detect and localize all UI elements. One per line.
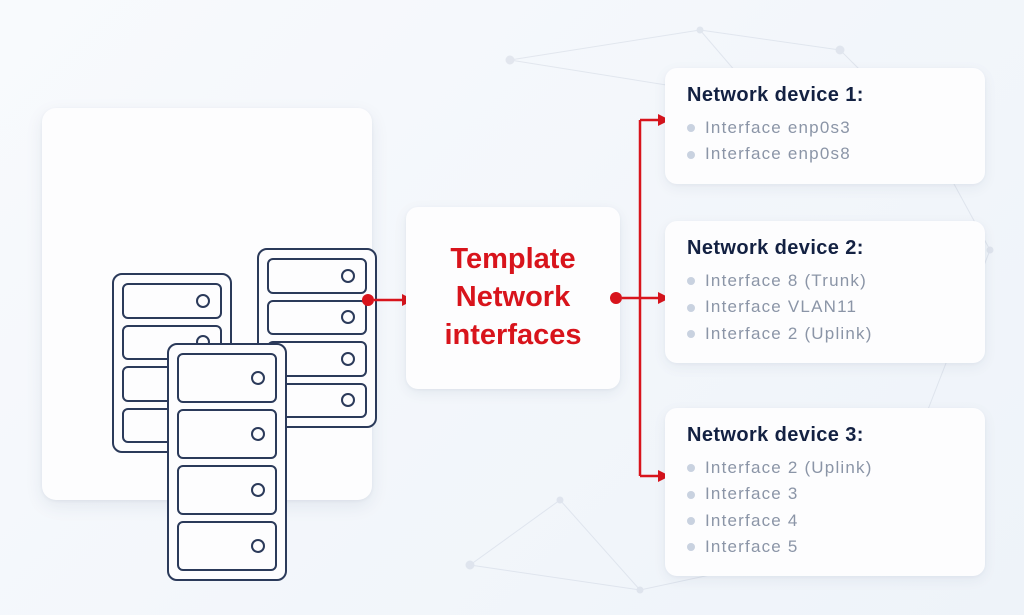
network-device-card-1: Network device 1: Interface enp0s3 Inter…	[665, 68, 985, 184]
interface-item: Interface 3	[687, 481, 965, 507]
device-title: Network device 1:	[687, 84, 965, 107]
interface-item: Interface 8 (Trunk)	[687, 268, 965, 294]
template-card: Template Network interfaces	[406, 207, 620, 389]
template-label: Template Network interfaces	[444, 241, 581, 354]
interface-item: Interface enp0s3	[687, 115, 965, 141]
server-rack-icon	[167, 343, 287, 581]
network-device-card-3: Network device 3: Interface 2 (Uplink) I…	[665, 408, 985, 576]
diagram-container: Template Network interfaces Network devi…	[0, 0, 1024, 615]
interface-item: Interface 2 (Uplink)	[687, 455, 965, 481]
server-cluster-card	[42, 108, 372, 500]
interface-item: Interface 2 (Uplink)	[687, 321, 965, 347]
device-title: Network device 3:	[687, 424, 965, 447]
interface-item: Interface VLAN11	[687, 294, 965, 320]
interface-item: Interface enp0s8	[687, 141, 965, 167]
device-title: Network device 2:	[687, 237, 965, 260]
interface-item: Interface 4	[687, 508, 965, 534]
interface-item: Interface 5	[687, 534, 965, 560]
network-device-card-2: Network device 2: Interface 8 (Trunk) In…	[665, 221, 985, 363]
